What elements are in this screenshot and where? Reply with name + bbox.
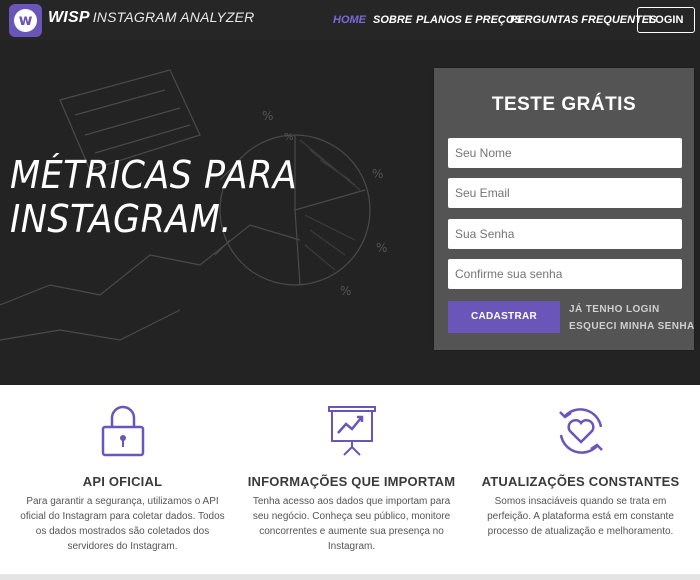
svg-text:%: % [284,132,294,143]
features-section: API OFICIAL Para garantir a segurança, u… [0,385,700,580]
confirm-password-field[interactable] [448,259,682,289]
nav-item-planos[interactable]: PLANOS E PREÇOS [416,14,522,26]
name-field[interactable] [448,138,682,168]
feature-info-text: Tenha acesso aos dados que importam para… [252,496,451,552]
feature-api-text: Para garantir a segurança, utilizamos o … [20,496,225,552]
login-link[interactable]: JÁ TENHO LOGIN [569,304,660,315]
nav-item-faq[interactable]: PERGUNTAS FREQUENTES [510,14,656,26]
feature-info-title: INFORMAÇÕES QUE IMPORTAM [247,474,456,489]
brand-name-sub: INSTAGRAM ANALYZER [92,9,255,25]
svg-text:%: % [376,241,387,255]
brand-name-bold: WISP [48,9,90,26]
presentation-chart-icon [328,406,376,456]
signup-button[interactable]: CADASTRAR [448,301,560,333]
forgot-password-link[interactable]: ESQUECI MINHA SENHA [569,321,695,332]
feature-updates-title: ATUALIZAÇÕES CONSTANTES [481,474,680,489]
feature-api-title: API OFICIAL [82,474,163,489]
nav-item-home[interactable]: HOME [333,14,366,26]
hero-headline-line2: INSTAGRAM. [10,197,232,241]
logo-letter: w [14,9,37,32]
top-navbar: w WISP INSTAGRAM ANALYZER HOME SOBRE PLAN… [0,0,700,40]
hero-headline-line1: MÉTRICAS PARA [10,153,298,197]
nav-item-sobre[interactable]: SOBRE [373,14,412,26]
email-field[interactable] [448,178,682,208]
svg-text:%: % [340,284,351,298]
signup-title: TESTE GRÁTIS [491,94,637,115]
password-field[interactable] [448,219,682,249]
logo-icon[interactable]: w [9,4,42,37]
heart-refresh-icon [559,408,603,454]
svg-text:%: % [262,109,273,123]
lock-icon [101,405,145,457]
feature-updates-text: Somos insaciáveis quando se trata em per… [487,496,674,537]
brand-name[interactable]: WISP INSTAGRAM ANALYZER [48,9,255,27]
login-button[interactable]: LOGIN [637,7,695,33]
hero-headline: MÉTRICAS PARA INSTAGRAM. [10,153,297,241]
svg-text:%: % [372,167,383,181]
signup-panel: TESTE GRÁTIS CADASTRAR JÁ TENHO LOGIN ES… [434,68,694,350]
section-divider [0,574,700,580]
